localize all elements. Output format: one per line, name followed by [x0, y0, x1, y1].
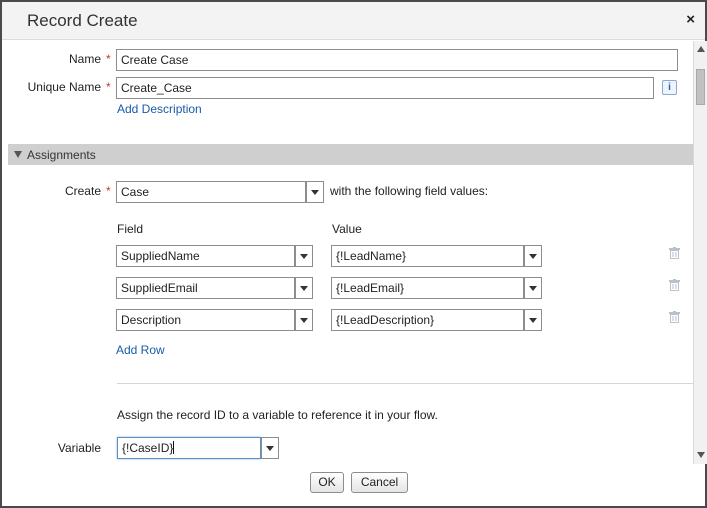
variable-input[interactable]: {!CaseID}	[117, 437, 261, 459]
create-object-select[interactable]: Case	[116, 181, 306, 203]
create-label: Create	[64, 184, 101, 198]
text-cursor	[173, 441, 175, 454]
field-select[interactable]: SuppliedEmail	[116, 277, 295, 299]
value-input[interactable]: {!LeadDescription}	[331, 309, 524, 331]
trash-icon[interactable]	[669, 247, 680, 259]
close-icon[interactable]: ×	[686, 11, 695, 28]
chevron-down-icon[interactable]	[295, 245, 313, 267]
dialog-content[interactable]: Name * Create Case Unique Name * Create_…	[8, 41, 693, 464]
dialog-titlebar: Record Create ×	[2, 2, 705, 40]
add-row-link[interactable]: Add Row	[116, 343, 165, 357]
chevron-down-icon[interactable]	[295, 309, 313, 331]
unique-name-label: Unique Name	[27, 80, 101, 94]
triangle-down-icon[interactable]	[14, 151, 22, 158]
name-label: Name	[68, 52, 101, 66]
section-divider	[117, 383, 693, 384]
assignments-section-title: Assignments	[27, 148, 96, 162]
scroll-up-icon[interactable]	[697, 46, 705, 52]
chevron-down-icon[interactable]	[261, 437, 279, 459]
chevron-down-icon[interactable]	[306, 181, 324, 203]
scrollbar-thumb[interactable]	[696, 69, 705, 105]
record-create-dialog: Record Create × Name * Create Case Uniqu…	[0, 0, 707, 508]
assignments-section-header[interactable]: Assignments	[8, 144, 693, 165]
required-marker: *	[106, 80, 111, 94]
unique-name-input[interactable]: Create_Case	[116, 77, 654, 99]
name-input[interactable]: Create Case	[116, 49, 678, 71]
variable-input-value: {!CaseID}	[122, 441, 174, 455]
field-select[interactable]: Description	[116, 309, 295, 331]
value-input[interactable]: {!LeadName}	[331, 245, 524, 267]
required-marker: *	[106, 52, 111, 66]
add-description-link[interactable]: Add Description	[117, 102, 202, 116]
required-marker: *	[106, 184, 111, 198]
trash-icon[interactable]	[669, 279, 680, 291]
cancel-button[interactable]: Cancel	[351, 472, 408, 493]
chevron-down-icon[interactable]	[524, 277, 542, 299]
field-column-header: Field	[117, 222, 144, 236]
value-column-header: Value	[332, 222, 362, 236]
field-select[interactable]: SuppliedName	[116, 245, 295, 267]
vertical-scrollbar[interactable]	[693, 41, 707, 464]
chevron-down-icon[interactable]	[524, 309, 542, 331]
trash-icon[interactable]	[669, 311, 680, 323]
variable-label: Variable	[57, 441, 101, 455]
chevron-down-icon[interactable]	[295, 277, 313, 299]
value-input[interactable]: {!LeadEmail}	[331, 277, 524, 299]
scroll-down-icon[interactable]	[697, 452, 705, 458]
chevron-down-icon[interactable]	[524, 245, 542, 267]
dialog-title: Record Create	[27, 11, 138, 30]
info-icon[interactable]: i	[662, 80, 677, 95]
ok-button[interactable]: OK	[310, 472, 344, 493]
assign-record-id-text: Assign the record ID to a variable to re…	[117, 408, 438, 422]
create-suffix-text: with the following field values:	[330, 184, 489, 198]
